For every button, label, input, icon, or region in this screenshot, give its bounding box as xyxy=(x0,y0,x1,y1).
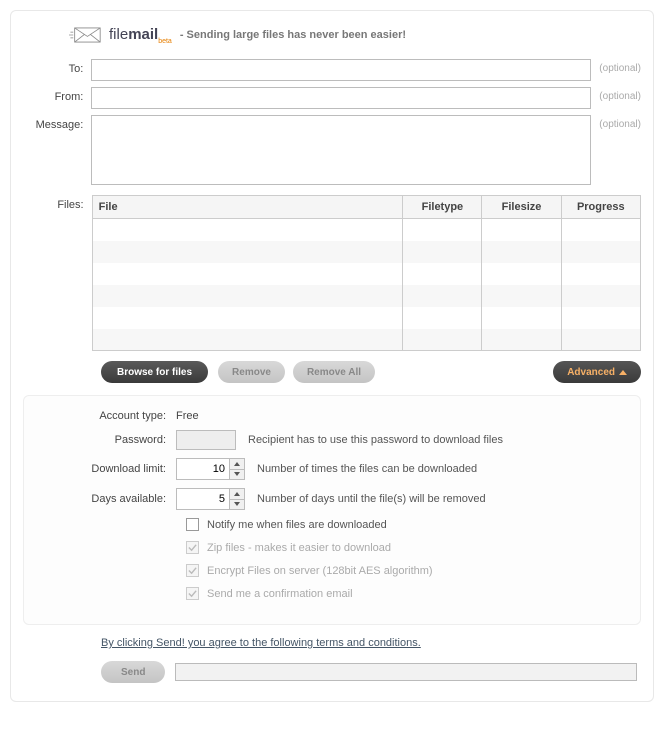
download-limit-input[interactable] xyxy=(176,458,230,480)
spinner-down-button[interactable] xyxy=(230,469,244,479)
send-button[interactable]: Send xyxy=(101,661,165,683)
message-optional: (optional) xyxy=(599,115,641,130)
arrow-down-icon xyxy=(234,502,240,506)
button-row: Browse for files Remove Remove All Advan… xyxy=(23,361,641,383)
col-filetype-header: Filetype xyxy=(403,196,482,219)
chevron-up-icon xyxy=(619,370,627,375)
zip-row: Zip files - makes it easier to download xyxy=(186,541,628,554)
download-limit-label: Download limit: xyxy=(36,463,176,475)
confirm-checkbox xyxy=(186,587,199,600)
header: filemailbeta - Sending large files has n… xyxy=(69,25,641,45)
spinner-down-button[interactable] xyxy=(230,499,244,509)
upload-progress-bar xyxy=(175,663,637,681)
from-optional: (optional) xyxy=(599,87,641,102)
account-type-label: Account type: xyxy=(36,410,176,422)
table-row xyxy=(92,329,640,351)
browse-button[interactable]: Browse for files xyxy=(101,361,208,383)
files-row: Files: File Filetype Filesize Progress xyxy=(23,195,641,351)
remove-button[interactable]: Remove xyxy=(218,361,285,383)
send-row: Send xyxy=(23,661,641,683)
password-label: Password: xyxy=(36,434,176,446)
tagline: - Sending large files has never been eas… xyxy=(180,29,406,41)
download-limit-help: Number of times the files can be downloa… xyxy=(257,463,477,475)
advanced-button[interactable]: Advanced xyxy=(553,361,641,383)
envelope-icon xyxy=(69,25,103,45)
message-label: Message: xyxy=(23,115,91,131)
files-label: Files: xyxy=(23,195,92,351)
encrypt-checkbox xyxy=(186,564,199,577)
advanced-panel: Account type: Free Password: Recipient h… xyxy=(23,395,641,625)
terms-row: By clicking Send! you agree to the follo… xyxy=(101,637,641,649)
terms-link[interactable]: By clicking Send! you agree to the follo… xyxy=(101,637,421,649)
notify-checkbox[interactable] xyxy=(186,518,199,531)
notify-row[interactable]: Notify me when files are downloaded xyxy=(186,518,628,531)
encrypt-row: Encrypt Files on server (128bit AES algo… xyxy=(186,564,628,577)
zip-checkbox xyxy=(186,541,199,554)
table-row xyxy=(92,263,640,285)
arrow-up-icon xyxy=(234,492,240,496)
logo-text: filemailbeta xyxy=(109,26,172,45)
days-spinner xyxy=(230,488,245,510)
col-progress-header: Progress xyxy=(561,196,640,219)
col-filesize-header: Filesize xyxy=(482,196,561,219)
to-input[interactable] xyxy=(91,59,591,81)
password-help: Recipient has to use this password to do… xyxy=(248,434,503,446)
confirm-row: Send me a confirmation email xyxy=(186,587,628,600)
table-row xyxy=(92,285,640,307)
password-row: Password: Recipient has to use this pass… xyxy=(36,430,628,450)
days-input[interactable] xyxy=(176,488,230,510)
col-file-header: File xyxy=(92,196,403,219)
confirm-label: Send me a confirmation email xyxy=(207,588,353,600)
to-optional: (optional) xyxy=(599,59,641,74)
to-row: To: (optional) xyxy=(23,59,641,81)
arrow-down-icon xyxy=(234,472,240,476)
table-row xyxy=(92,219,640,241)
from-input[interactable] xyxy=(91,87,591,109)
arrow-up-icon xyxy=(234,462,240,466)
from-row: From: (optional) xyxy=(23,87,641,109)
message-input[interactable] xyxy=(91,115,591,185)
message-row: Message: (optional) xyxy=(23,115,641,185)
password-input xyxy=(176,430,236,450)
files-table: File Filetype Filesize Progress xyxy=(92,195,641,351)
days-help: Number of days until the file(s) will be… xyxy=(257,493,486,505)
zip-label: Zip files - makes it easier to download xyxy=(207,542,391,554)
days-row: Days available: Number of days until the… xyxy=(36,488,628,510)
encrypt-label: Encrypt Files on server (128bit AES algo… xyxy=(207,565,433,577)
remove-all-button[interactable]: Remove All xyxy=(293,361,375,383)
from-label: From: xyxy=(23,87,91,103)
table-row xyxy=(92,307,640,329)
account-type-row: Account type: Free xyxy=(36,410,628,422)
to-label: To: xyxy=(23,59,91,75)
main-panel: filemailbeta - Sending large files has n… xyxy=(10,10,654,702)
spinner-up-button[interactable] xyxy=(230,459,244,469)
spinner-up-button[interactable] xyxy=(230,489,244,499)
account-type-value: Free xyxy=(176,410,199,422)
download-limit-spinner xyxy=(230,458,245,480)
download-limit-row: Download limit: Number of times the file… xyxy=(36,458,628,480)
notify-label: Notify me when files are downloaded xyxy=(207,519,387,531)
days-label: Days available: xyxy=(36,493,176,505)
table-row xyxy=(92,241,640,263)
